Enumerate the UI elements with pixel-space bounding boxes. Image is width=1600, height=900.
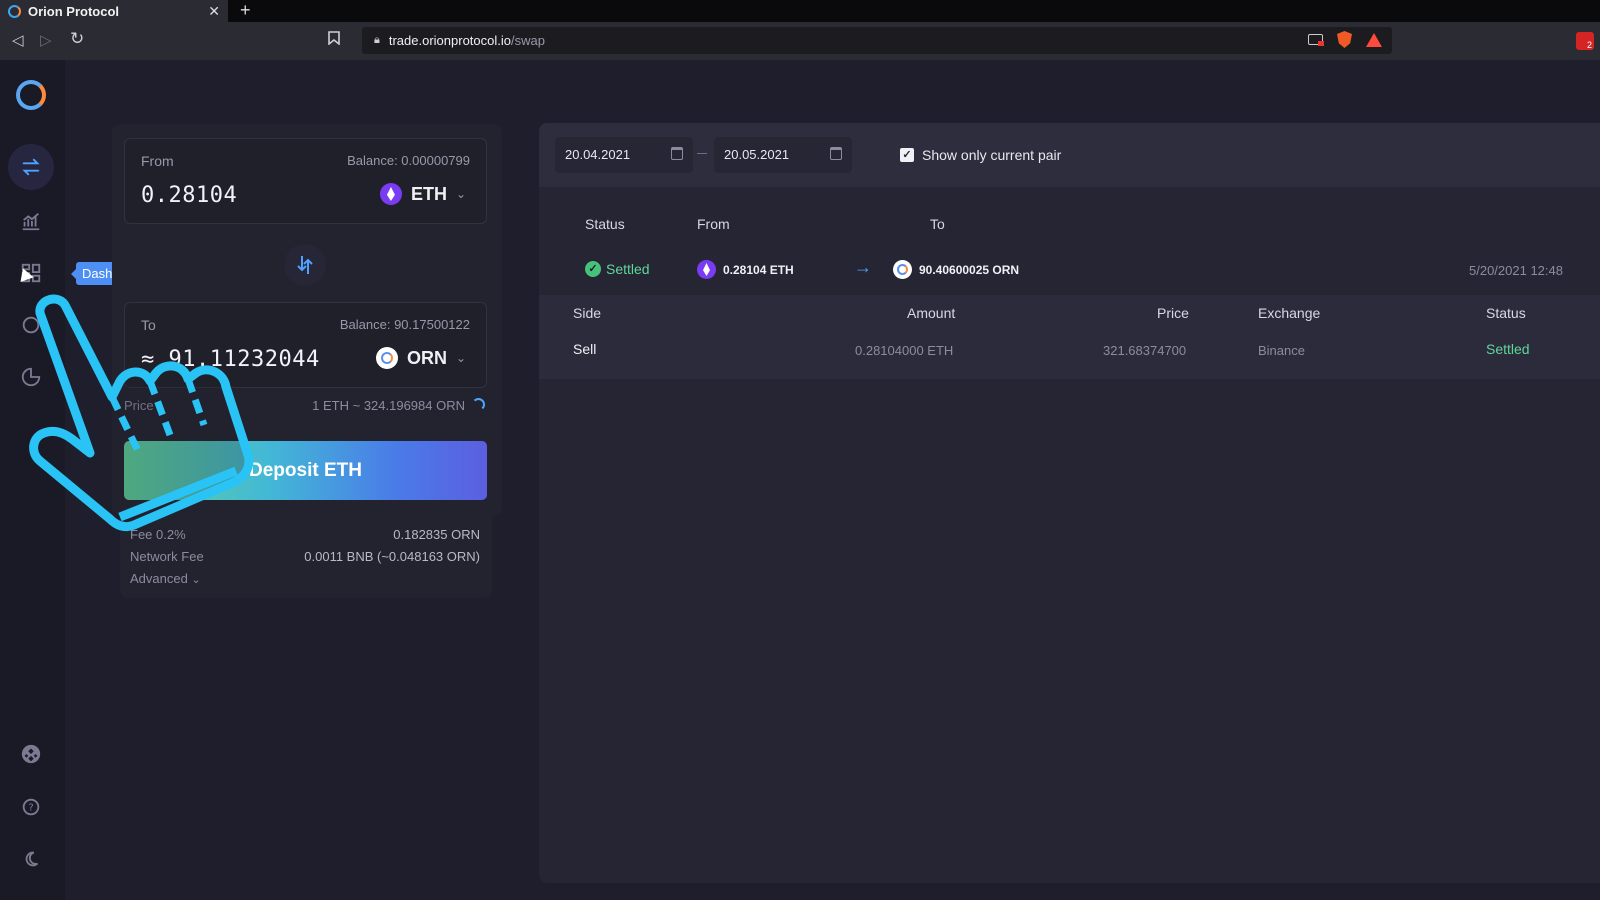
eth-token-icon <box>697 260 716 279</box>
help-icon[interactable]: ? <box>18 794 44 820</box>
reload-icon[interactable]: ↻ <box>70 29 84 49</box>
amount-column-header: Amount <box>907 305 956 321</box>
url-path: /swap <box>511 33 545 48</box>
network-fee-value: 0.0011 BNB (~0.048163 ORN) <box>304 549 480 564</box>
chevron-down-icon: ⌄ <box>455 351 466 365</box>
orion-logo[interactable] <box>16 80 46 110</box>
trade-from-amount: 0.28104 ETH <box>723 262 794 277</box>
brave-rewards-icon[interactable] <box>1366 32 1382 47</box>
from-card: From Balance: 0.00000799 0.28104 ETH ⌄ <box>124 138 487 224</box>
date-to-picker[interactable]: 20.05.2021 <box>714 137 852 173</box>
trade-status: ✓ Settled <box>585 261 650 277</box>
calendar-icon <box>830 147 842 160</box>
calendar-icon <box>671 147 683 160</box>
url-host: trade.orionprotocol.io <box>388 33 511 48</box>
to-token-symbol: ORN <box>406 347 447 368</box>
swap-direction-button[interactable] <box>284 244 326 286</box>
eth-token-icon <box>379 183 402 205</box>
detail-amount: 0.28104000 ETH <box>855 343 954 358</box>
filter-bar: 20.04.2021 20.05.2021 ✓ Show only curren… <box>539 123 1600 187</box>
browser-tab-bar: Orion Protocol ✕ + <box>0 0 1600 22</box>
trade-to: 90.40600025 ORN <box>893 260 1019 279</box>
network-fee-label: Network Fee <box>130 549 204 564</box>
svg-text:?: ? <box>28 803 33 814</box>
detail-status: Settled <box>1486 341 1530 357</box>
orion-favicon-icon <box>8 4 21 18</box>
trade-date: 5/20/2021 12:48 <box>1469 263 1563 278</box>
detail-side: Sell <box>573 341 597 357</box>
binance-icon[interactable] <box>18 741 44 767</box>
trade-details-table: Side Amount Price Exchange Status Sell 0… <box>539 295 1600 379</box>
from-amount-input[interactable]: 0.28104 <box>141 183 237 208</box>
pointing-hand-icon <box>29 294 254 532</box>
swap-nav-icon[interactable] <box>18 154 44 180</box>
current-pair-label[interactable]: Show only current pair <box>922 147 1061 163</box>
bookmark-icon[interactable] <box>328 31 340 49</box>
status-column-header: Status <box>585 216 625 232</box>
forward-icon[interactable]: ▷ <box>40 31 52 49</box>
new-tab-button[interactable]: + <box>240 0 251 20</box>
theme-toggle-icon[interactable] <box>18 846 44 872</box>
trade-to-amount: 90.40600025 ORN <box>919 262 1020 277</box>
to-token-selector[interactable]: ORN ⌄ <box>375 347 466 369</box>
browser-toolbar: ◁ ▷ ↻ 🔒︎ trade.orionprotocol.io/swap 2 <box>0 22 1600 60</box>
extension-icon[interactable]: 2 <box>1576 32 1594 50</box>
cast-icon[interactable] <box>1308 34 1324 46</box>
to-column-header: To <box>930 216 945 232</box>
refresh-spinner-icon <box>472 398 485 411</box>
from-label: From <box>141 153 174 169</box>
lock-icon: 🔒︎ <box>374 34 380 46</box>
chevron-down-icon: ⌄ <box>191 574 201 586</box>
chevron-down-icon: ⌄ <box>455 187 466 201</box>
browser-tab[interactable]: Orion Protocol ✕ <box>0 0 228 22</box>
date-from-value: 20.04.2021 <box>565 147 631 162</box>
orders-panel: 20.04.2021 20.05.2021 ✓ Show only curren… <box>539 123 1600 883</box>
check-circle-icon: ✓ <box>585 261 601 277</box>
advanced-toggle[interactable]: Advanced ⌄ <box>130 571 201 586</box>
trade-chart-nav-icon[interactable] <box>18 208 44 234</box>
date-from-picker[interactable]: 20.04.2021 <box>555 137 693 173</box>
back-icon[interactable]: ◁ <box>12 31 24 49</box>
orn-token-icon <box>893 260 912 279</box>
from-token-symbol: ETH <box>410 183 447 204</box>
tab-title: Orion Protocol <box>28 3 119 19</box>
price-value: 1 ETH ~ 324.196984 ORN <box>312 398 465 413</box>
current-pair-checkbox[interactable]: ✓ <box>900 148 914 162</box>
side-column-header: Side <box>573 305 602 321</box>
from-balance: Balance: 0.00000799 <box>347 153 470 168</box>
trade-from: 0.28104 ETH <box>697 260 794 279</box>
trade-row[interactable]: ✓ Settled 0.28104 ETH → 90.40600025 ORN … <box>539 245 1600 295</box>
price-column-header: Price <box>1157 305 1189 321</box>
status-column-header: Status <box>1486 305 1526 321</box>
from-column-header: From <box>697 216 730 232</box>
network-fee-row: Network Fee 0.0011 BNB (~0.048163 ORN) <box>130 549 480 564</box>
fee-value: 0.182835 ORN <box>393 527 480 542</box>
orn-token-icon <box>375 347 398 369</box>
close-tab-icon[interactable]: ✕ <box>208 3 220 20</box>
date-to-value: 20.05.2021 <box>724 147 790 162</box>
detail-price: 321.68374700 <box>1103 343 1187 358</box>
arrow-right-icon: → <box>854 257 872 277</box>
from-token-selector[interactable]: ETH ⌄ <box>379 183 466 205</box>
exchange-column-header: Exchange <box>1258 305 1321 321</box>
brave-shield-icon[interactable] <box>1337 31 1352 48</box>
date-range-separator <box>697 153 707 154</box>
advanced-label: Advanced <box>130 571 188 586</box>
trade-status-label: Settled <box>606 261 650 277</box>
address-bar[interactable]: 🔒︎ trade.orionprotocol.io/swap <box>362 27 1392 54</box>
detail-exchange: Binance <box>1258 343 1305 358</box>
to-balance: Balance: 90.17500122 <box>339 317 470 332</box>
